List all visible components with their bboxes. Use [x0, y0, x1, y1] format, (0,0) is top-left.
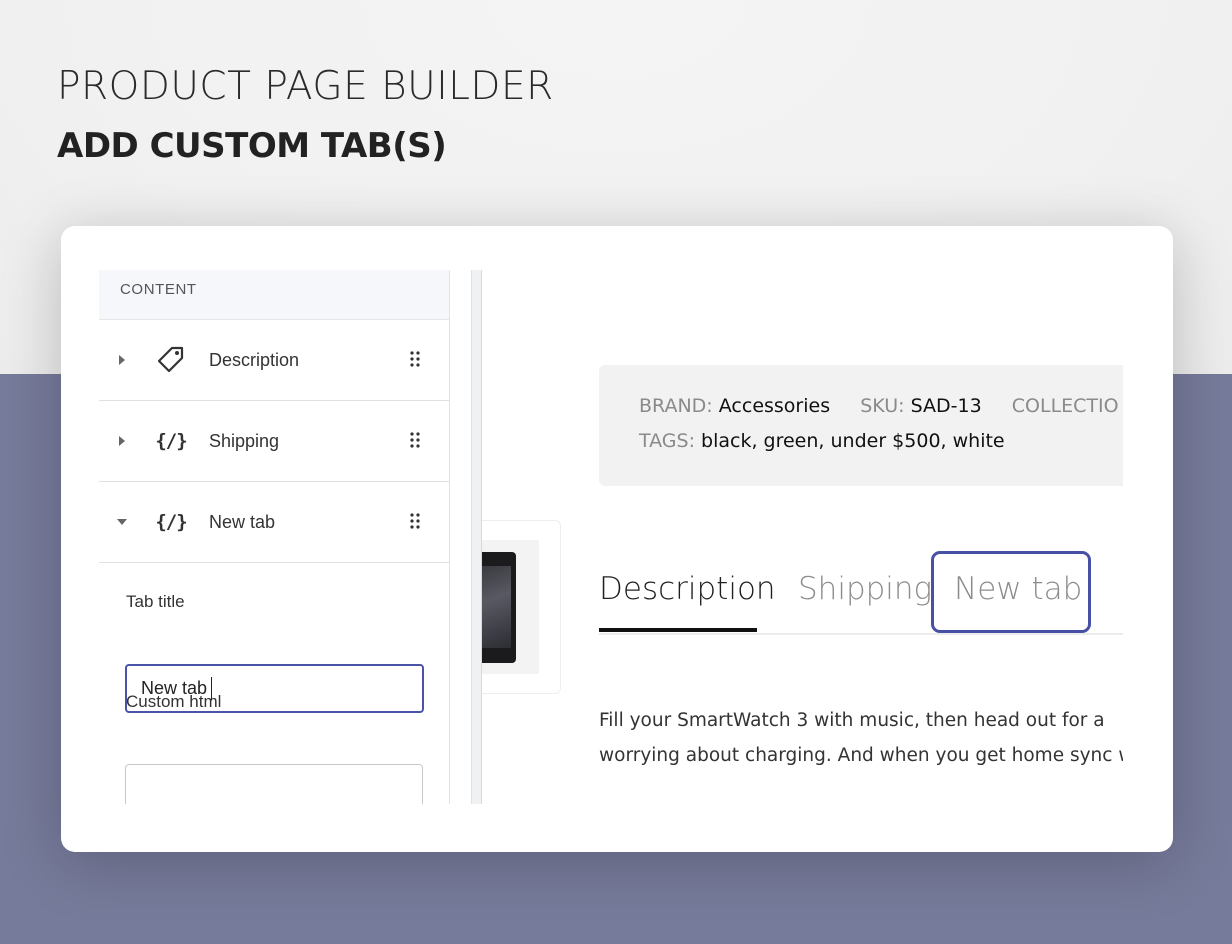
- tags-key: TAGS:: [639, 430, 695, 452]
- meta-line-2: TAGS: black, green, under $500, white: [639, 430, 1005, 452]
- drag-handle-icon[interactable]: [410, 432, 420, 448]
- caret-right-icon[interactable]: [116, 354, 128, 366]
- drag-handle-icon[interactable]: [410, 513, 420, 529]
- new-tab-highlight: [931, 551, 1091, 633]
- sidebar-section-label: CONTENT: [99, 270, 449, 320]
- brand-value[interactable]: Accessories: [719, 395, 830, 417]
- sidebar-item-description[interactable]: Description: [99, 320, 449, 401]
- product-preview: BRAND: Accessories SKU: SAD-13 COLLECTIO…: [599, 365, 1123, 805]
- product-meta-box: BRAND: Accessories SKU: SAD-13 COLLECTIO…: [599, 365, 1123, 486]
- active-tab-indicator: [599, 628, 757, 632]
- hero-subtitle: ADD CUSTOM TAB(S): [57, 126, 447, 166]
- sidebar-item-label: Shipping: [209, 431, 280, 451]
- tab-title-label: Tab title: [126, 592, 185, 611]
- phone-screen-image: [482, 566, 511, 648]
- tab-shipping[interactable]: Shipping: [798, 571, 932, 607]
- custom-html-label: Custom html: [126, 692, 222, 711]
- description-line: worrying about charging. And when you ge…: [599, 745, 1123, 766]
- product-tabs: Description Shipping New tab: [599, 551, 1123, 635]
- brand-key: BRAND:: [639, 395, 713, 417]
- meta-line-1: BRAND: Accessories SKU: SAD-13 COLLECTIO: [639, 395, 1119, 417]
- collection-key: COLLECTIO: [1011, 395, 1119, 417]
- sku-key: SKU:: [860, 395, 905, 417]
- code-icon: {/}: [155, 430, 187, 452]
- sidebar-item-label: New tab: [209, 512, 276, 532]
- editor-card: CONTENT Description {/} Shipping {/} New…: [61, 226, 1173, 852]
- tag-icon: [156, 345, 186, 375]
- content-sidebar: CONTENT Description {/} Shipping {/} New…: [99, 270, 450, 804]
- sidebar-item-label: Description: [209, 350, 300, 370]
- tags-value[interactable]: black, green, under $500, white: [701, 430, 1005, 452]
- code-icon: {/}: [155, 511, 187, 533]
- sku-value: SAD-13: [910, 395, 982, 417]
- custom-html-textarea[interactable]: [125, 764, 423, 804]
- sidebar-item-shipping[interactable]: {/} Shipping: [99, 401, 449, 482]
- sidebar-item-new-tab[interactable]: {/} New tab: [99, 482, 449, 563]
- caret-down-icon[interactable]: [116, 516, 128, 528]
- caret-right-icon[interactable]: [116, 435, 128, 447]
- panel-scrollbar[interactable]: [471, 270, 482, 804]
- drag-handle-icon[interactable]: [410, 351, 420, 367]
- description-text: Fill your SmartWatch 3 with music, then …: [599, 703, 1123, 773]
- description-line: Fill your SmartWatch 3 with music, then …: [599, 710, 1105, 731]
- tab-description[interactable]: Description: [599, 571, 776, 607]
- hero-title: PRODUCT PAGE BUILDER: [57, 64, 554, 109]
